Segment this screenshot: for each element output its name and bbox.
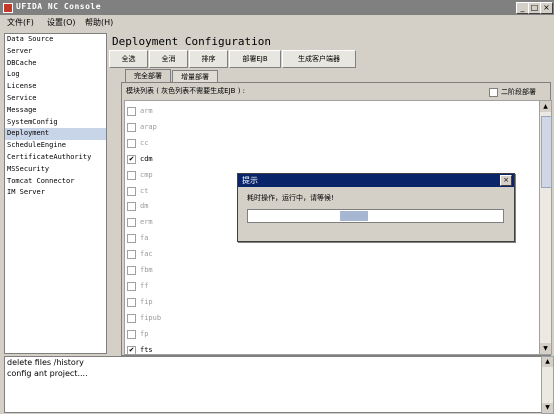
- module-label: fa: [140, 234, 149, 243]
- sidebar-item[interactable]: Deployment: [5, 128, 106, 141]
- module-checkbox[interactable]: [127, 170, 136, 180]
- menu-bar: 文件(F) 设置(O) 帮助(H): [0, 15, 554, 29]
- module-checkbox[interactable]: [127, 138, 136, 148]
- window-titlebar: UFIDA NC Console _ □ ×: [0, 0, 554, 15]
- menu-file[interactable]: 文件(F): [7, 17, 34, 28]
- sidebar-tree: Data Source Server DBCache Log License Servic…: [4, 33, 107, 354]
- module-checkbox[interactable]: [127, 218, 136, 228]
- module-checkbox[interactable]: [127, 202, 136, 212]
- module-label: ff: [140, 281, 149, 290]
- module-label: fts: [140, 345, 153, 354]
- module-checkbox[interactable]: ✔: [127, 154, 136, 164]
- deselect-all-button[interactable]: 全消: [149, 50, 188, 68]
- scroll-down-arrow-icon[interactable]: ▼: [540, 343, 551, 354]
- module-label: fac: [140, 250, 153, 259]
- module-label: cc: [140, 138, 149, 147]
- module-checkbox[interactable]: [127, 313, 136, 323]
- module-label: dm: [140, 202, 149, 211]
- module-label: fipub: [140, 313, 162, 322]
- scroll-up-arrow-icon[interactable]: ▲: [540, 101, 551, 112]
- module-label: erm: [140, 218, 153, 227]
- generate-client-button[interactable]: 生成客户端器: [282, 50, 356, 68]
- sidebar-item[interactable]: Log: [5, 69, 106, 81]
- console-line: delete files /history: [7, 358, 84, 367]
- module-checkbox[interactable]: [127, 122, 136, 132]
- module-label: arap: [140, 122, 157, 131]
- select-all-button[interactable]: 全选: [109, 50, 148, 68]
- module-list-caption: 模块列表 ( 灰色列表不需要生成EJB ) :: [126, 87, 246, 95]
- console-scroll-down-icon[interactable]: ▼: [542, 403, 553, 413]
- module-checkbox[interactable]: [127, 107, 136, 116]
- sidebar-item[interactable]: Service: [5, 93, 106, 105]
- console-output: delete files /history config ant project…: [4, 356, 543, 413]
- close-button[interactable]: ×: [540, 2, 553, 14]
- module-label: fp: [140, 329, 149, 338]
- module-checkbox[interactable]: [127, 329, 136, 339]
- tab-full-deploy[interactable]: 完全部署: [125, 69, 171, 83]
- dialog-title: 提示: [242, 176, 258, 185]
- sidebar-item[interactable]: Data Source: [5, 34, 106, 46]
- module-checkbox[interactable]: ✔: [127, 345, 136, 354]
- module-checkbox[interactable]: [127, 234, 136, 244]
- scroll-thumb[interactable]: [541, 116, 552, 188]
- deploy-ejb-button[interactable]: 部署EJB: [229, 50, 281, 68]
- sidebar-item[interactable]: License: [5, 81, 106, 93]
- progress-fill: [339, 211, 368, 221]
- progress-bar: [247, 209, 504, 223]
- module-label: arm: [140, 107, 153, 115]
- sidebar-item[interactable]: Server: [5, 46, 106, 58]
- sidebar-item[interactable]: Message: [5, 105, 106, 117]
- dialog-titlebar: 提示 ×: [238, 174, 514, 187]
- module-checkbox[interactable]: [127, 186, 136, 196]
- dialog-message: 耗时操作，运行中，请等候!: [247, 194, 334, 202]
- app-icon: [3, 3, 13, 13]
- menu-settings[interactable]: 设置(O): [47, 17, 76, 28]
- menu-help[interactable]: 帮助(H): [85, 17, 113, 28]
- module-list-scrollbar[interactable]: ▲ ▼: [539, 100, 552, 355]
- console-scroll-up-icon[interactable]: ▲: [542, 357, 553, 367]
- console-scrollbar[interactable]: ▲ ▼: [541, 356, 554, 414]
- sidebar-item[interactable]: MSSecurity: [5, 164, 106, 176]
- module-label: fip: [140, 297, 153, 306]
- sidebar-item[interactable]: DBCache: [5, 58, 106, 70]
- sidebar-item[interactable]: CertificateAuthority: [5, 152, 106, 164]
- window-title: UFIDA NC Console: [16, 2, 102, 11]
- progress-dialog: 提示 × 耗时操作，运行中，请等候!: [237, 173, 515, 242]
- module-label: cdm: [140, 154, 153, 163]
- module-label: fbm: [140, 266, 153, 274]
- module-checkbox[interactable]: [127, 250, 136, 260]
- two-stage-label: 二阶段部署: [501, 88, 536, 96]
- dialog-close-button[interactable]: ×: [500, 175, 512, 186]
- page-title: Deployment Configuration: [112, 35, 271, 48]
- sort-button[interactable]: 排序: [189, 50, 228, 68]
- sidebar-item[interactable]: SystemConfig: [5, 117, 106, 129]
- module-checkbox[interactable]: [127, 266, 136, 275]
- sidebar-item[interactable]: Tomcat Connector: [5, 176, 106, 188]
- sidebar-item[interactable]: ScheduleEngine: [5, 140, 106, 152]
- module-label: cmp: [140, 170, 153, 179]
- two-stage-checkbox-box[interactable]: [489, 88, 498, 97]
- module-label: ct: [140, 186, 149, 195]
- console-line: config ant project....: [7, 369, 88, 378]
- sidebar-item[interactable]: IM Server: [5, 187, 106, 199]
- module-checkbox[interactable]: [127, 281, 136, 291]
- module-checkbox[interactable]: [127, 297, 136, 307]
